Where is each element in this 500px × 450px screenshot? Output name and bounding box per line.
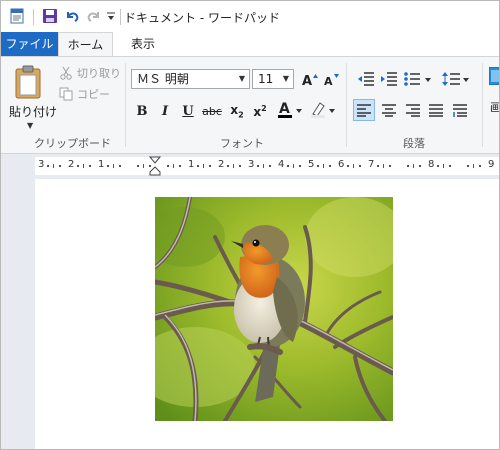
strikethrough-button[interactable]: abc (201, 100, 223, 122)
cut-label: 切り取り (77, 67, 121, 80)
clipboard-icon (15, 65, 41, 102)
justify-button[interactable] (425, 99, 447, 121)
ruler-area: 3 2 1 1 2 3 4 5 6 7 8 9 (1, 154, 499, 179)
svg-text:A: A (324, 75, 333, 87)
indent-marker-icon[interactable] (149, 156, 161, 176)
font-color-button[interactable]: A (276, 99, 306, 121)
ruler[interactable]: 3 2 1 1 2 3 4 5 6 7 8 9 (35, 156, 499, 176)
customize-toolbar-icon[interactable] (104, 6, 118, 26)
grow-font-button[interactable]: A (299, 68, 321, 90)
chevron-down-icon: ▼ (238, 74, 245, 83)
superscript-icon: x2 (253, 103, 267, 119)
decrease-indent-icon (358, 72, 374, 86)
paragraph-settings-button[interactable] (449, 99, 471, 121)
group-separator (482, 63, 483, 147)
superscript-button[interactable]: x2 (249, 100, 271, 122)
grow-font-icon: A (302, 74, 318, 87)
ruler-label: 3 (248, 159, 255, 170)
save-icon[interactable] (40, 6, 60, 26)
ruler-label: 4 (278, 159, 285, 170)
ruler-label: 2 (218, 159, 225, 170)
title-separator (33, 9, 34, 25)
title-separator-2 (120, 9, 121, 25)
increase-indent-icon (381, 72, 397, 86)
group-separator (125, 63, 126, 147)
bullet-list-icon (404, 72, 431, 86)
font-color-icon: A (278, 101, 302, 118)
italic-button[interactable]: I (154, 100, 176, 122)
highlight-button[interactable] (309, 99, 339, 121)
copy-icon (59, 87, 73, 101)
ruler-label: 9 (488, 159, 495, 170)
font-family-value: ＭＳ 明朝 (137, 72, 189, 86)
line-spacing-icon (442, 72, 469, 86)
ruler-label: 1 (188, 159, 195, 170)
window-title: ドキュメント - ワードパッド (124, 11, 280, 25)
paragraph-group-label: 段落 (403, 137, 425, 150)
insert-picture-icon[interactable] (488, 66, 499, 86)
align-right-icon (406, 104, 420, 117)
line-spacing-button[interactable] (441, 68, 471, 90)
svg-text:A: A (279, 101, 290, 117)
ribbon: 貼り付け ▼ 切り取り コピー クリップボード ＭＳ 明朝 ▼ 11 ▼ A A… (1, 56, 499, 154)
align-center-icon (382, 104, 396, 117)
ruler-label: 1 (98, 159, 105, 170)
chevron-down-icon: ▼ (282, 74, 289, 83)
font-size-value: 11 (258, 72, 274, 86)
title-bar: ドキュメント - ワードパッド (1, 1, 499, 32)
subscript-icon: x2 (230, 102, 244, 120)
robin-bird-image (155, 197, 393, 421)
wordpad-window: ドキュメント - ワードパッド ファイル ホーム 表示 貼り付け ▼ 切り取り … (0, 0, 500, 450)
ribbon-tabs: ファイル ホーム 表示 (1, 32, 499, 56)
tab-file[interactable]: ファイル (1, 32, 58, 56)
underline-button[interactable]: U (177, 100, 199, 122)
wordpad-app-icon[interactable] (7, 6, 27, 26)
tab-home[interactable]: ホーム (58, 32, 113, 56)
copy-button[interactable]: コピー (59, 85, 110, 103)
bold-button[interactable]: B (131, 100, 153, 122)
paragraph-icon (453, 104, 467, 117)
insert-picture-label-partial: 画 (490, 101, 500, 114)
paste-dropdown-icon[interactable]: ▼ (27, 121, 33, 130)
font-size-select[interactable]: 11 ▼ (252, 69, 294, 89)
shrink-font-button[interactable]: A (321, 68, 343, 90)
document-image[interactable] (155, 197, 393, 421)
align-left-icon (357, 104, 371, 117)
paste-button[interactable]: 貼り付け ▼ (7, 63, 57, 130)
tab-view[interactable]: 表示 (123, 32, 163, 56)
bullet-list-button[interactable] (402, 68, 434, 90)
redo-icon[interactable] (84, 6, 104, 26)
font-group-label: フォント (220, 137, 264, 150)
svg-text:A: A (302, 74, 312, 87)
align-right-button[interactable] (402, 99, 424, 121)
paste-label: 貼り付け (9, 105, 58, 119)
scissors-icon (59, 66, 73, 80)
ruler-label: 6 (338, 159, 345, 170)
decrease-indent-button[interactable] (355, 68, 377, 90)
shrink-font-icon: A (324, 74, 339, 87)
copy-label: コピー (77, 88, 110, 101)
ruler-label: 5 (308, 159, 315, 170)
ruler-label: 2 (68, 159, 75, 170)
font-family-select[interactable]: ＭＳ 明朝 ▼ (131, 69, 250, 89)
cut-button[interactable]: 切り取り (59, 64, 121, 82)
subscript-button[interactable]: x2 (226, 100, 248, 122)
align-left-button[interactable] (353, 99, 375, 121)
ruler-label: 8 (428, 159, 435, 170)
ruler-label: 3 (38, 159, 45, 170)
align-center-button[interactable] (378, 99, 400, 121)
align-justify-icon (429, 104, 443, 117)
group-separator (346, 63, 347, 147)
undo-icon[interactable] (62, 6, 82, 26)
ruler-label: 7 (368, 159, 375, 170)
highlighter-icon (311, 102, 335, 118)
clipboard-group-label: クリップボード (34, 137, 111, 150)
increase-indent-button[interactable] (378, 68, 400, 90)
